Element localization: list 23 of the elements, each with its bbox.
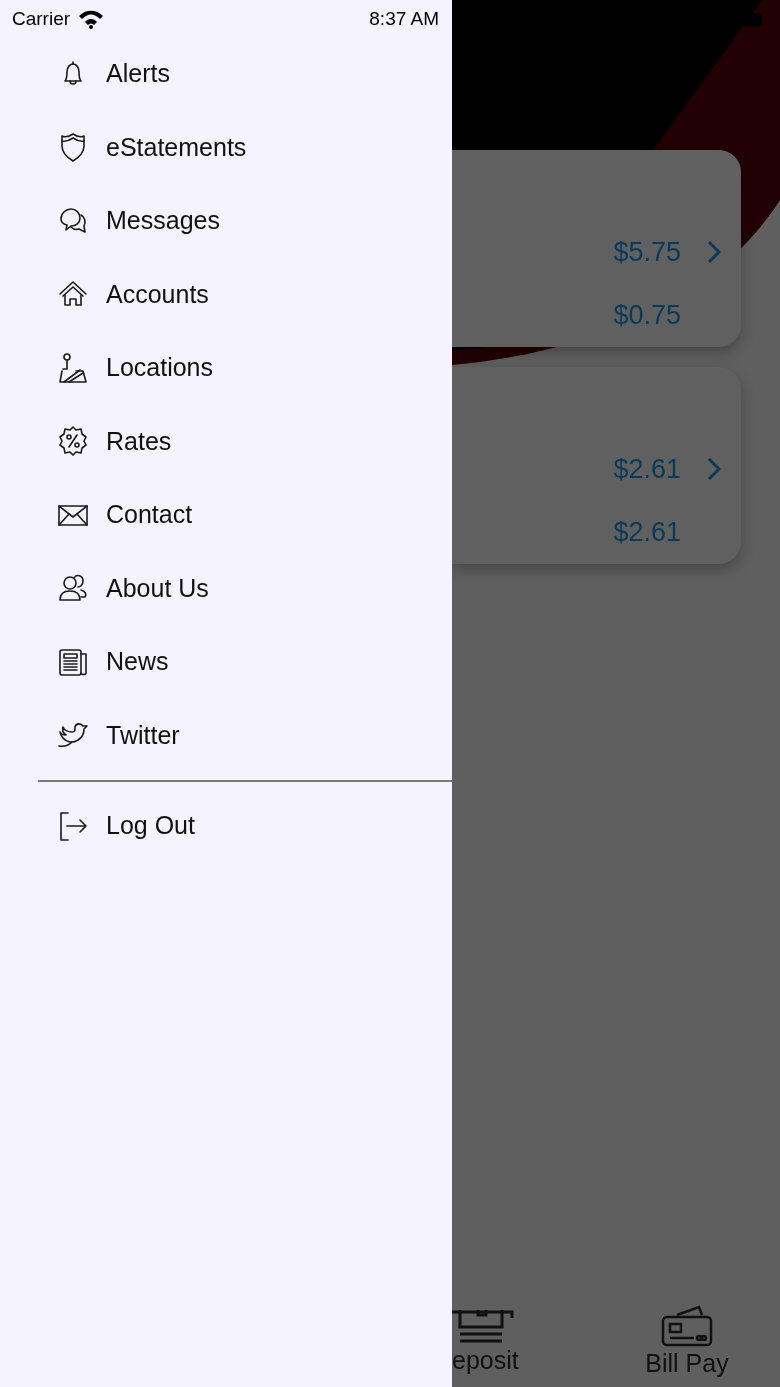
menu-item[interactable]: eStatements bbox=[0, 110, 452, 184]
credit-card-icon bbox=[661, 1305, 713, 1347]
wifi-icon bbox=[78, 9, 105, 29]
balance-amount: $2.61 bbox=[613, 515, 681, 549]
clock-time: 8:37 AM bbox=[369, 6, 439, 31]
map-pin-icon bbox=[56, 350, 90, 385]
menu-item[interactable]: Locations bbox=[0, 331, 452, 405]
menu-item[interactable]: Twitter bbox=[0, 698, 452, 772]
menu-item[interactable]: Contact bbox=[0, 478, 452, 552]
menu-item[interactable]: Messages bbox=[0, 184, 452, 258]
balance-amount: $2.61 bbox=[613, 453, 681, 486]
menu-item[interactable]: Accounts bbox=[0, 257, 452, 331]
menu-item[interactable]: Alerts bbox=[0, 37, 452, 111]
menu-item[interactable]: About Us bbox=[0, 551, 452, 625]
chevron-right-icon bbox=[707, 457, 721, 482]
percent-badge-icon bbox=[56, 424, 90, 459]
menu-item[interactable]: Log Out bbox=[0, 782, 452, 870]
balance-amount: $5.75 bbox=[613, 236, 681, 269]
chevron-right-icon bbox=[707, 240, 721, 265]
carrier-label: Carrier bbox=[12, 6, 71, 31]
menu-item[interactable]: News bbox=[0, 625, 452, 699]
balance-amount: $0.75 bbox=[613, 298, 681, 332]
menu-item[interactable]: Rates bbox=[0, 404, 452, 478]
